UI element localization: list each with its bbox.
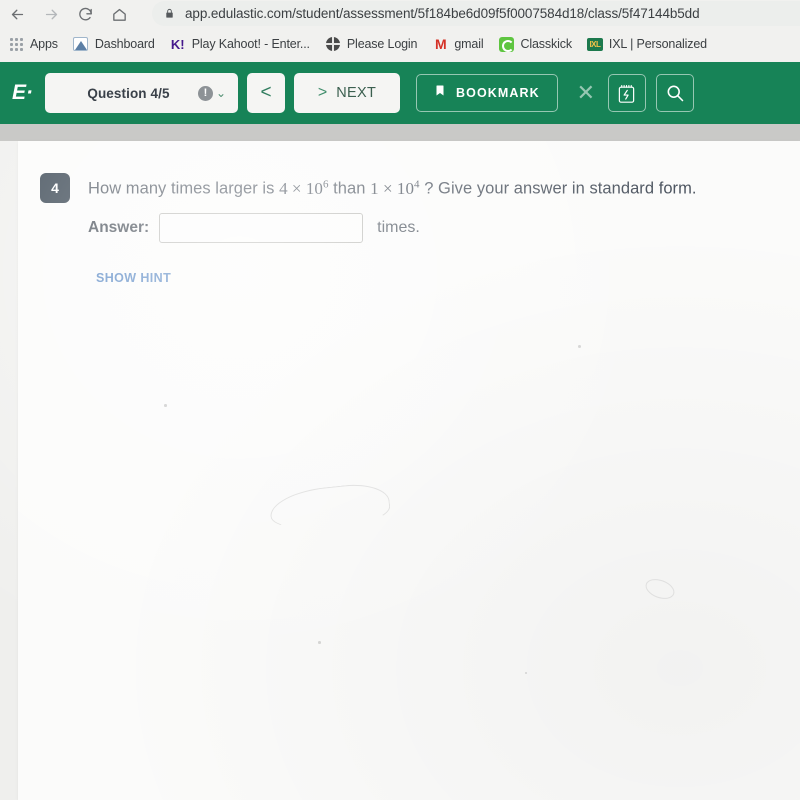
chevron-right-icon: >: [317, 84, 328, 101]
search-icon[interactable]: [655, 74, 694, 112]
next-button-label: NEXT: [336, 85, 377, 101]
bookmark-label: Classkick: [520, 37, 572, 51]
question-text-part2: than: [328, 179, 371, 198]
answer-input[interactable]: [159, 213, 364, 243]
screen-speck: [525, 672, 527, 674]
bookmark-label: Apps: [30, 37, 58, 51]
close-icon[interactable]: ✕: [564, 73, 608, 113]
previous-question-button[interactable]: <: [247, 73, 285, 113]
question-text: How many times larger is 4 × 106 than 1 …: [88, 173, 697, 201]
bookmark-label: Play Kahoot! - Enter...: [191, 37, 310, 51]
home-icon[interactable]: [102, 1, 136, 27]
bookmark-label: gmail: [454, 37, 484, 51]
next-question-button[interactable]: > NEXT: [294, 73, 400, 113]
question-selector-controls: ! ⌄: [197, 85, 226, 101]
show-hint-button[interactable]: SHOW HINT: [96, 271, 171, 285]
gmail-icon: M: [435, 36, 447, 52]
kahoot-icon: K!: [170, 36, 185, 52]
bookmark-label: IXL | Personalized: [608, 37, 707, 51]
answer-row: Answer: times.: [88, 213, 420, 243]
calculator-icon[interactable]: [607, 74, 646, 112]
screenshot-root: app.edulastic.com/student/assessment/5f1…: [0, 0, 800, 800]
bookmark-ixl[interactable]: IXL IXL | Personalized: [586, 36, 707, 52]
url-text: app.edulastic.com/student/assessment/5f1…: [185, 6, 700, 21]
expression-two-base: 1 × 10: [370, 178, 414, 198]
bookmark-button-label: BOOKMARK: [456, 86, 540, 100]
bookmark-flag-icon: [434, 83, 446, 103]
bookmark-apps[interactable]: Apps: [8, 36, 58, 52]
question-row: 4 How many times larger is 4 × 106 than …: [40, 173, 697, 203]
info-icon[interactable]: !: [197, 85, 213, 101]
browser-chrome: app.edulastic.com/student/assessment/5f1…: [0, 0, 800, 62]
classkick-icon: [498, 36, 515, 52]
screen-speck: [578, 345, 581, 348]
question-selector[interactable]: Question 4/5 ! ⌄: [45, 73, 238, 113]
globe-icon: [325, 36, 341, 52]
expression-two: 1 × 104: [370, 178, 419, 198]
bookmark-gmail[interactable]: M gmail: [432, 36, 484, 52]
dashboard-icon: [73, 36, 89, 52]
bookmark-classkick[interactable]: Classkick: [498, 36, 572, 52]
bookmark-label: Dashboard: [94, 37, 155, 51]
assessment-toolbar: E· Question 4/5 ! ⌄ < > NEXT BOOKMARK ✕: [0, 62, 800, 124]
bookmark-please-login[interactable]: Please Login: [325, 36, 418, 52]
expression-one: 4 × 106: [279, 178, 328, 198]
reload-icon[interactable]: [68, 1, 102, 27]
bookmark-label: Please Login: [346, 37, 418, 51]
browser-toolbar: app.edulastic.com/student/assessment/5f1…: [0, 0, 800, 28]
question-number-badge: 4: [40, 173, 70, 203]
edulastic-logo[interactable]: E·: [12, 81, 33, 105]
question-counter-label: Question 4/5: [87, 85, 170, 101]
question-card: 4 How many times larger is 4 × 106 than …: [18, 141, 800, 800]
address-bar[interactable]: app.edulastic.com/student/assessment/5f1…: [152, 1, 800, 26]
bookmarks-bar: Apps Dashboard K! Play Kahoot! - Enter..…: [0, 29, 800, 59]
bookmark-play-kahoot[interactable]: K! Play Kahoot! - Enter...: [170, 36, 310, 52]
chevron-down-icon[interactable]: ⌄: [216, 87, 226, 99]
answer-label: Answer:: [88, 219, 150, 236]
ixl-icon: IXL: [586, 36, 603, 52]
expression-one-base: 4 × 10: [279, 178, 323, 198]
back-arrow-icon[interactable]: [0, 1, 34, 27]
toolbar-divider: [0, 124, 800, 141]
screen-speck: [164, 404, 167, 407]
bookmark-dashboard[interactable]: Dashboard: [73, 36, 155, 52]
question-text-part1: How many times larger is: [88, 179, 280, 198]
answer-suffix-label: times.: [377, 219, 420, 236]
screen-speck: [318, 641, 321, 644]
lock-icon: [164, 7, 175, 20]
bookmark-button[interactable]: BOOKMARK: [416, 74, 558, 112]
question-text-part3: ? Give your answer in standard form.: [419, 179, 697, 198]
forward-arrow-icon[interactable]: [34, 1, 68, 27]
apps-grid-icon: [8, 36, 24, 52]
